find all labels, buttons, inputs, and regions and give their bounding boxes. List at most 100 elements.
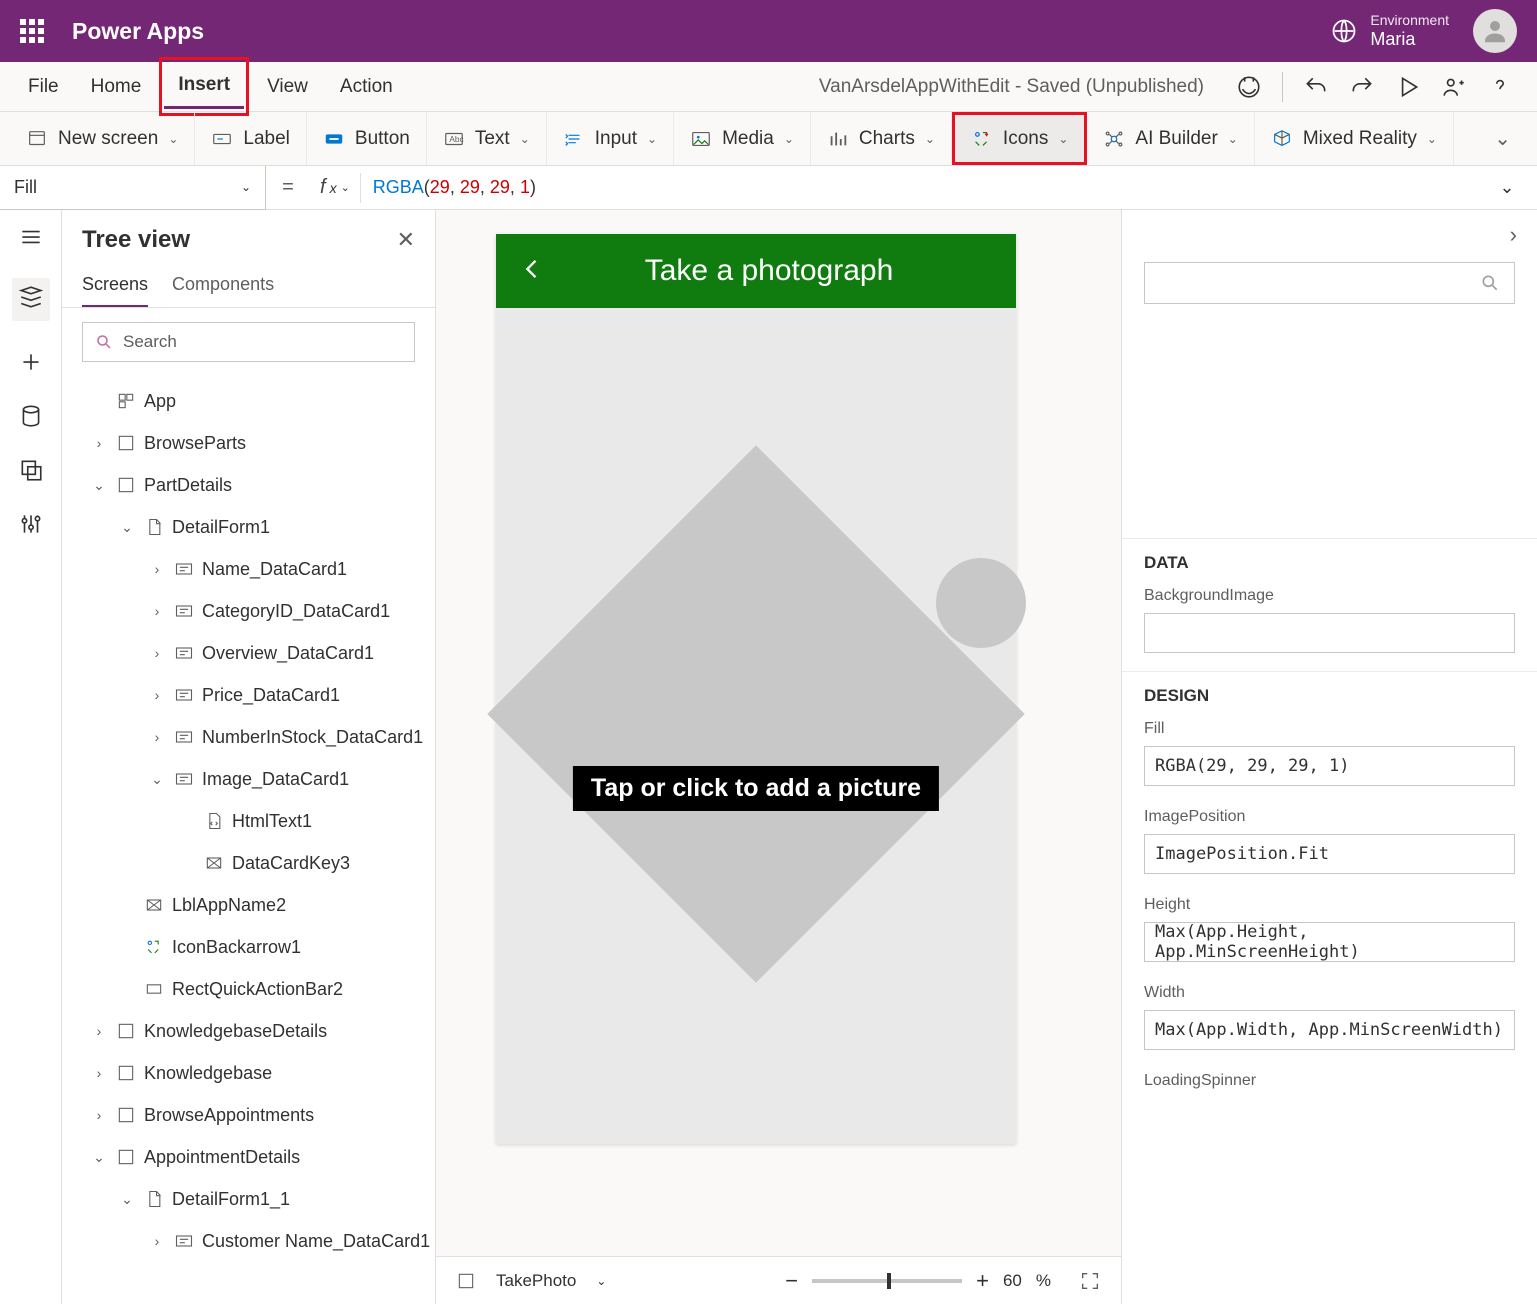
back-arrow-icon[interactable]	[496, 255, 568, 288]
redo-icon[interactable]	[1349, 74, 1375, 100]
environment-block[interactable]: Environment Maria	[1370, 12, 1449, 50]
prop-height-input[interactable]: Max(App.Height, App.MinScreenHeight)	[1144, 922, 1515, 962]
app-checker-icon[interactable]	[1236, 74, 1262, 100]
prop-fill-input[interactable]: RGBA(29, 29, 29, 1)	[1144, 746, 1515, 786]
prop-width-input[interactable]: Max(App.Width, App.MinScreenWidth)	[1144, 1010, 1515, 1050]
screen-icon	[456, 1271, 476, 1291]
prop-width-label: Width	[1144, 984, 1515, 1002]
tree-node-browseparts[interactable]: ›BrowseParts	[62, 422, 435, 464]
environment-name: Maria	[1370, 29, 1449, 51]
menu-bar: File Home Insert View Action VanArsdelAp…	[0, 62, 1537, 112]
share-icon[interactable]	[1441, 74, 1467, 100]
tab-components[interactable]: Components	[172, 266, 274, 307]
fx-button[interactable]: fx⌄	[310, 176, 360, 199]
tab-screens[interactable]: Screens	[82, 266, 148, 307]
tree-node-kb[interactable]: ›Knowledgebase	[62, 1052, 435, 1094]
settings-pane-icon[interactable]	[18, 511, 44, 537]
canvas-area: Take a photograph Tap or click to add a …	[436, 210, 1121, 1304]
props-collapse-icon[interactable]: ›	[1510, 222, 1517, 248]
data-pane-icon[interactable]	[18, 403, 44, 429]
environment-icon	[1330, 17, 1358, 45]
input-button[interactable]: Input⌄	[547, 112, 674, 165]
close-icon[interactable]: ✕	[397, 227, 415, 253]
left-rail	[0, 210, 62, 1304]
media-pane-icon[interactable]	[18, 457, 44, 483]
zoom-slider[interactable]	[812, 1279, 962, 1283]
tree-node-image-dc[interactable]: ⌄Image_DataCard1	[62, 758, 435, 800]
charts-button[interactable]: Charts⌄	[811, 112, 952, 165]
prop-imgpos-input[interactable]: ImagePosition.Fit	[1144, 834, 1515, 874]
user-avatar[interactable]	[1473, 9, 1517, 53]
brand-label: Power Apps	[72, 18, 204, 45]
prop-bgimage-input[interactable]	[1144, 613, 1515, 653]
ai-builder-button[interactable]: AI Builder⌄	[1087, 112, 1254, 165]
tree-node-price-dc[interactable]: ›Price_DataCard1	[62, 674, 435, 716]
formula-expand[interactable]: ⌄	[1477, 177, 1537, 198]
help-icon[interactable]	[1487, 74, 1513, 100]
undo-icon[interactable]	[1303, 74, 1329, 100]
tree-node-partdetails[interactable]: ⌄PartDetails	[62, 464, 435, 506]
menu-file[interactable]: File	[14, 66, 73, 108]
document-title: VanArsdelAppWithEdit - Saved (Unpublishe…	[819, 76, 1222, 98]
tree-node-cat-dc[interactable]: ›CategoryID_DataCard1	[62, 590, 435, 632]
tree-node-name-dc[interactable]: ›Name_DataCard1	[62, 548, 435, 590]
button-button[interactable]: Button	[307, 112, 427, 165]
tree-node-apptdetails[interactable]: ⌄AppointmentDetails	[62, 1136, 435, 1178]
mixed-reality-button[interactable]: Mixed Reality⌄	[1255, 112, 1454, 165]
app-launcher-icon[interactable]	[20, 19, 44, 43]
prop-height-label: Height	[1144, 896, 1515, 914]
tree-node-kbdetails[interactable]: ›KnowledgebaseDetails	[62, 1010, 435, 1052]
tree-node-lblappname[interactable]: LblAppName2	[62, 884, 435, 926]
add-picture-label[interactable]: Tap or click to add a picture	[573, 766, 939, 811]
tree-node-overview-dc[interactable]: ›Overview_DataCard1	[62, 632, 435, 674]
tree-node-custname-dc[interactable]: ›Customer Name_DataCard1	[62, 1220, 435, 1262]
play-icon[interactable]	[1395, 74, 1421, 100]
equals-label: =	[266, 176, 310, 199]
search-icon	[95, 333, 113, 351]
text-button[interactable]: AbcText⌄	[427, 112, 547, 165]
environment-caption: Environment	[1370, 12, 1449, 29]
tree-node-iconback[interactable]: IconBackarrow1	[62, 926, 435, 968]
tree-node-detailform1[interactable]: ⌄DetailForm1	[62, 506, 435, 548]
tree-node-browseappt[interactable]: ›BrowseAppointments	[62, 1094, 435, 1136]
section-design: DESIGN	[1122, 671, 1537, 716]
insert-ribbon: New screen⌄ Label Button AbcText⌄ Input⌄…	[0, 112, 1537, 166]
tree-node-html1[interactable]: HtmlText1	[62, 800, 435, 842]
property-dropdown[interactable]: Fill⌄	[0, 166, 266, 210]
tree-node-stock-dc[interactable]: ›NumberInStock_DataCard1	[62, 716, 435, 758]
current-screen-label[interactable]: TakePhoto	[496, 1271, 576, 1291]
media-button[interactable]: Media⌄	[674, 112, 811, 165]
zoom-unit: %	[1036, 1271, 1051, 1291]
menu-insert[interactable]: Insert	[164, 64, 244, 109]
tree-node-app[interactable]: App	[62, 380, 435, 422]
menu-home[interactable]: Home	[77, 66, 156, 108]
section-data: DATA	[1122, 538, 1537, 583]
formula-bar: Fill⌄ = fx⌄ RGBA(29, 29, 29, 1) ⌄	[0, 166, 1537, 210]
ribbon-overflow[interactable]: ⌄	[1478, 112, 1527, 165]
prop-bgimage-label: BackgroundImage	[1144, 587, 1515, 605]
menu-action[interactable]: Action	[326, 66, 407, 108]
title-bar: Power Apps Environment Maria	[0, 0, 1537, 62]
props-search[interactable]	[1144, 262, 1515, 304]
properties-panel: › DATA BackgroundImage DESIGN Fill RGBA(2…	[1121, 210, 1537, 1304]
icons-button[interactable]: Icons⌄	[952, 112, 1087, 165]
hamburger-icon[interactable]	[18, 224, 44, 250]
menu-view[interactable]: View	[253, 66, 322, 108]
tree-node-detailform11[interactable]: ⌄DetailForm1_1	[62, 1178, 435, 1220]
label-button[interactable]: Label	[195, 112, 307, 165]
fit-screen-icon[interactable]	[1079, 1270, 1101, 1292]
tree-search-input[interactable]: Search	[82, 322, 415, 362]
insert-pane-icon[interactable]	[18, 349, 44, 375]
camera-dot-icon	[936, 558, 1026, 648]
prop-fill-label: Fill	[1144, 720, 1515, 738]
zoom-in-button[interactable]: +	[976, 1268, 989, 1294]
zoom-out-button[interactable]: −	[785, 1268, 798, 1294]
new-screen-button[interactable]: New screen⌄	[10, 112, 195, 165]
prop-spinner-label: LoadingSpinner	[1144, 1072, 1515, 1090]
tree-title: Tree view	[82, 226, 397, 254]
tree-node-dck3[interactable]: DataCardKey3	[62, 842, 435, 884]
tree-node-rectqab[interactable]: RectQuickActionBar2	[62, 968, 435, 1010]
tree-view-icon[interactable]	[18, 284, 44, 310]
phone-preview[interactable]: Take a photograph Tap or click to add a …	[496, 234, 1016, 1144]
formula-input[interactable]: RGBA(29, 29, 29, 1)	[361, 177, 1477, 198]
